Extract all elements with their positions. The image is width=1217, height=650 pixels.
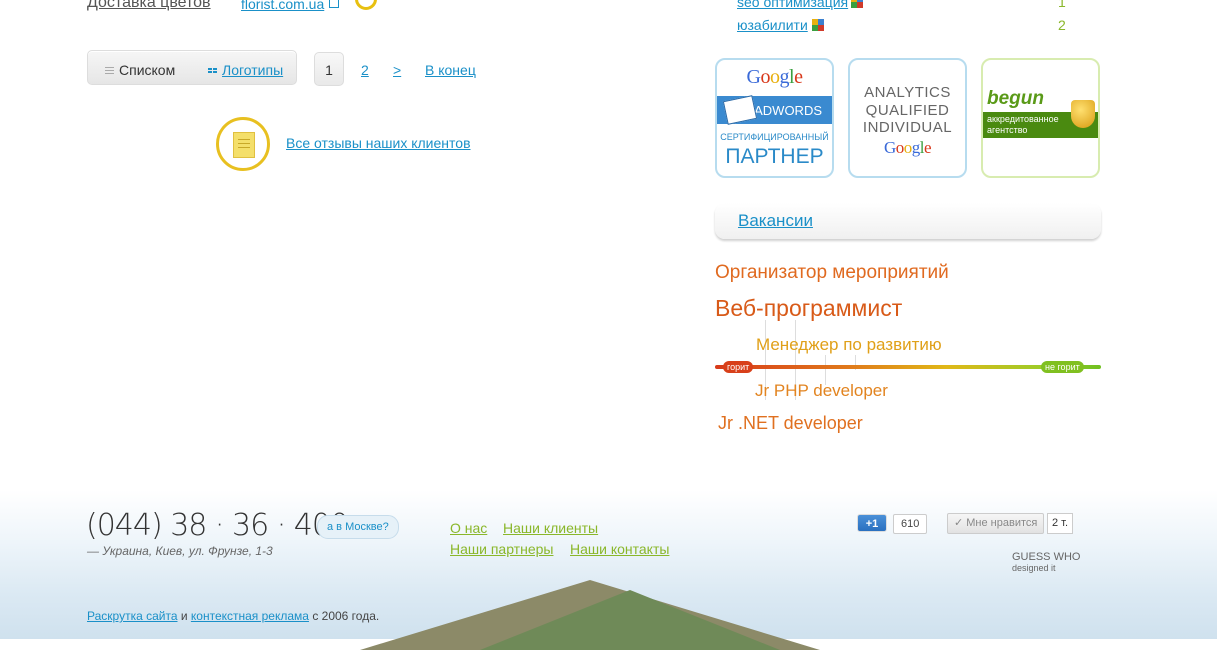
google-icon [851,0,864,8]
begun-badge[interactable]: begun аккредитованное агентство [981,58,1100,178]
review-badge-icon[interactable] [355,0,377,10]
grid-icon [208,67,217,73]
phone-number: (044) 38 · 36 · 400 [86,508,349,543]
page-last-link[interactable]: В конец [425,62,476,78]
copyright: Раскрутка сайта и контекстная реклама с … [87,609,379,623]
tag-seo[interactable]: seo оптимизация [737,0,864,10]
external-link-icon [329,0,339,8]
address: — Украина, Киев, ул. Фрунзе, 1-3 [87,544,273,558]
google-plus-button[interactable]: +1 [857,514,887,532]
job-jr-php[interactable]: Jr PHP developer [755,381,888,401]
job-business-developer[interactable]: Менеджер по развитию [756,335,942,355]
analytics-line3: INDIVIDUAL [862,119,953,136]
analytics-line2: QUALIFIED [865,102,950,119]
guesswho-title: GUESS WHO [1012,551,1081,563]
page-next-link[interactable]: > [393,62,401,78]
footer-contacts-link[interactable]: Наши контакты [570,541,669,557]
copyright-and: и [180,609,188,623]
google-logo: Google [746,66,803,88]
tag-seo-label: seo оптимизация [737,0,849,10]
adwords-partner-text: ПАРТНЕР [725,145,824,168]
google-logo: Google [883,138,932,157]
analytics-badge[interactable]: ANALYTICS QUALIFIED INDIVIDUAL Google [848,58,967,178]
guesswho-subtitle: designed it [1012,563,1056,573]
urgency-cold-label: не горит [1041,361,1084,373]
job-jr-net[interactable]: Jr .NET developer [718,413,863,434]
tag-usability-count: 2 [1058,17,1066,33]
view-logos-option[interactable]: Логотипы [208,62,283,78]
copyright-tail: с 2006 года. [312,609,380,623]
tag-seo-count: 1 [1058,0,1066,10]
client-title[interactable]: Доставка цветов [87,0,211,12]
mountain-illustration [480,590,780,650]
footer-partners-link[interactable]: Наши партнеры [450,541,553,557]
footer-about-link[interactable]: О нас [450,520,487,536]
trophy-icon [1071,100,1095,128]
like-count: 2 т. [1047,513,1074,534]
google-plus-count: 610 [893,514,928,534]
page-2-link[interactable]: 2 [361,62,369,78]
promotion-link[interactable]: Раскрутка сайта [87,609,178,623]
job-event-organizer[interactable]: Организатор мероприятий [715,262,949,284]
moscow-button[interactable]: а в Москве? [317,515,399,539]
all-reviews-link[interactable]: Все отзывы наших клиентов [286,135,471,151]
begun-logo: begun [987,88,1044,109]
footer-clients-link[interactable]: Наши клиенты [503,520,598,536]
guesswho-logo[interactable]: GUESS WHO designed it [1012,552,1080,574]
vacancies-header: Вакансии [715,203,1101,239]
tag-usability[interactable]: юзабилити [737,17,824,33]
list-icon [105,66,114,74]
adwords-partner-badge[interactable]: Google ADWORDS СЕРТИФИЦИРОВАННЫЙ ПАРТНЕР [715,58,834,178]
page-current: 1 [314,52,344,86]
like-button[interactable]: ✓ Мне нравится [947,513,1045,534]
view-list-label: Списком [119,62,176,78]
google-icon [811,19,824,31]
job-web-programmer[interactable]: Веб-программист [715,295,902,322]
vacancies-link[interactable]: Вакансии [738,211,813,231]
view-logos-label: Логотипы [222,62,284,78]
urgency-hot-label: горит [723,361,754,373]
reviews-document-icon[interactable] [216,117,270,171]
view-toggle: Списком Логотипы [87,50,297,85]
analytics-line1: ANALYTICS [864,84,951,101]
context-ads-link[interactable]: контекстная реклама [191,609,309,623]
view-list-option[interactable]: Списком [105,62,175,78]
tag-usability-label: юзабилити [737,17,808,33]
adwords-certified-text: СЕРТИФИЦИРОВАННЫЙ [720,132,829,142]
client-site-link[interactable]: florist.com.ua [241,0,324,12]
